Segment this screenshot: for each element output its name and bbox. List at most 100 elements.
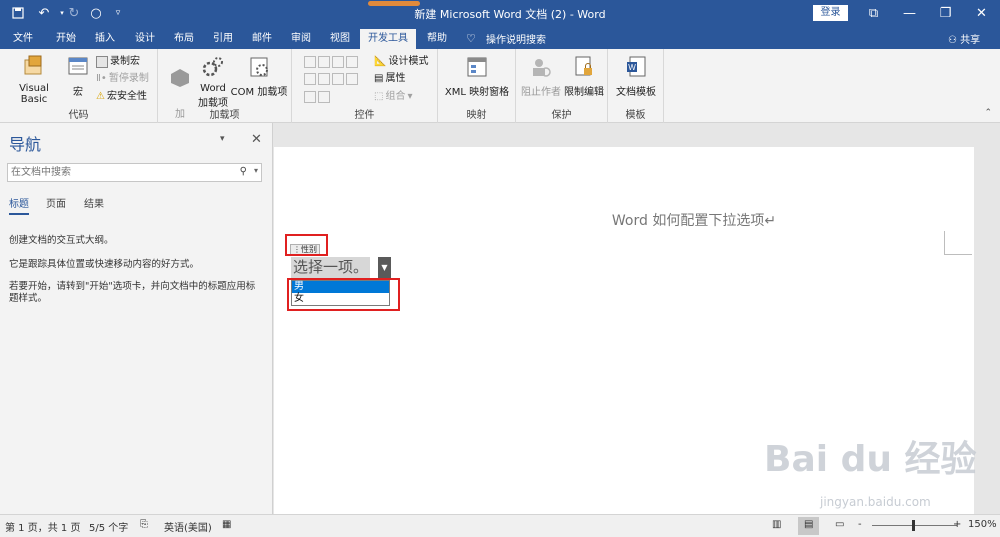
- tab-developer[interactable]: 开发工具: [360, 29, 416, 49]
- login-button[interactable]: 登录: [813, 5, 848, 21]
- tab-design[interactable]: 设计: [131, 29, 159, 49]
- restore-icon[interactable]: ❐: [928, 0, 963, 27]
- chevron-down-icon: ▾: [407, 91, 413, 102]
- macro-button[interactable]: 宏: [64, 53, 92, 98]
- baidu-watermark-url: jingyan.baidu.com: [820, 495, 931, 509]
- person-icon: ⚇: [948, 35, 961, 46]
- title-bar: ↶ ▾ ↻ ○ ▿ 新建 Microsoft Word 文档 (2) - Wor…: [0, 0, 1000, 27]
- visual-basic-label: Visual Basic: [19, 83, 49, 105]
- status-language[interactable]: 英语(美国): [164, 519, 212, 534]
- text-controls-row3: [304, 89, 330, 104]
- group-mapping-label: 映射: [466, 110, 487, 121]
- group-protect-label: 保护: [551, 110, 572, 121]
- tab-help[interactable]: 帮助: [423, 29, 451, 49]
- redo-icon[interactable]: ↻: [64, 3, 84, 23]
- status-word-count[interactable]: 5/5 个字: [89, 519, 128, 534]
- xml-mapping-label: XML 映射窗格: [444, 87, 510, 98]
- com-addins-label: COM 加载项: [230, 87, 288, 98]
- tab-layout[interactable]: 布局: [170, 29, 198, 49]
- proofing-icon[interactable]: ⎘: [140, 519, 148, 530]
- zoom-slider-thumb[interactable]: [912, 520, 915, 531]
- dropdown-control-icon: [332, 72, 344, 85]
- dropdown-arrow-icon[interactable]: ▼: [378, 257, 391, 278]
- group-templates-label: 模板: [625, 110, 646, 121]
- status-page-count[interactable]: 第 1 页，共 1 页: [5, 519, 80, 534]
- print-layout-icon[interactable]: ▤: [798, 517, 820, 535]
- nav-search-input[interactable]: [8, 164, 228, 181]
- addin-icon: [166, 64, 194, 92]
- dropdown-content-control[interactable]: 选择一项。: [291, 257, 371, 278]
- restrict-editing-label: 限制编辑: [564, 87, 604, 98]
- vertical-scrollbar[interactable]: [974, 147, 1000, 514]
- tab-mailings[interactable]: 邮件: [248, 29, 276, 49]
- tab-view[interactable]: 视图: [326, 29, 354, 49]
- annotation-box-options: [287, 278, 400, 311]
- nav-options-icon[interactable]: ▾: [220, 134, 225, 144]
- warning-icon: ⚠: [96, 91, 105, 102]
- record-macro-icon: [96, 55, 108, 68]
- lock-document-icon: [570, 53, 598, 81]
- nav-tab-pages[interactable]: 页面: [46, 195, 66, 210]
- visual-basic-icon: [20, 53, 48, 81]
- tab-review[interactable]: 审阅: [287, 29, 315, 49]
- zoom-in-button[interactable]: +: [953, 519, 961, 530]
- minimize-icon[interactable]: —: [892, 0, 927, 27]
- macro-record-icon[interactable]: ▦: [222, 519, 231, 530]
- group-controls-label: 控件: [354, 110, 375, 121]
- web-layout-icon[interactable]: ▭: [835, 519, 844, 530]
- properties-label: 属性: [385, 73, 406, 84]
- visual-basic-button[interactable]: Visual Basic: [6, 53, 62, 105]
- document-template-label: 文档模板: [616, 87, 656, 98]
- macro-security-button[interactable]: ⚠ 宏安全性: [96, 89, 147, 104]
- tab-insert[interactable]: 插入: [91, 29, 119, 49]
- tab-file[interactable]: 文件: [9, 29, 37, 49]
- close-icon[interactable]: ✕: [964, 0, 999, 27]
- macro-security-label: 宏安全性: [106, 91, 147, 102]
- nav-help-text-3: 若要开始，请转到"开始"选项卡，并向文档中的标题应用标题样式。: [9, 281, 256, 304]
- block-authors-label: 阻止作者: [521, 87, 561, 98]
- com-addins-button[interactable]: COM 加载项: [230, 53, 288, 98]
- group-icon: ⬚: [374, 91, 384, 102]
- tell-me-search[interactable]: 操作说明搜索: [486, 31, 546, 46]
- zoom-level[interactable]: 150%: [968, 519, 997, 530]
- document-template-button[interactable]: W 文档模板: [612, 53, 660, 98]
- tab-references[interactable]: 引用: [209, 29, 237, 49]
- text-controls-row2: [304, 71, 358, 86]
- circle-icon[interactable]: ○: [86, 3, 106, 23]
- search-dropdown-icon[interactable]: ▾: [254, 166, 258, 175]
- collapse-ribbon-icon[interactable]: ⌃: [984, 108, 992, 118]
- read-mode-icon[interactable]: ▥: [772, 519, 781, 530]
- ribbon-display-icon[interactable]: ⧉: [856, 0, 891, 27]
- nav-tab-results[interactable]: 结果: [84, 195, 104, 210]
- gears-icon: [199, 53, 227, 81]
- search-icon[interactable]: ⚲: [240, 166, 247, 177]
- undo-icon[interactable]: ↶: [34, 3, 54, 23]
- baidu-watermark: Bai du 经验: [764, 439, 977, 480]
- customize-icon[interactable]: ▿: [108, 3, 128, 23]
- zoom-out-button[interactable]: -: [858, 519, 862, 530]
- com-addin-icon: [245, 53, 273, 81]
- restrict-editing-button[interactable]: 限制编辑: [562, 53, 606, 98]
- rich-text-control-icon: [304, 55, 316, 68]
- record-macro-button[interactable]: 录制宏: [96, 54, 140, 69]
- nav-close-icon[interactable]: ✕: [251, 132, 262, 147]
- design-mode-button[interactable]: 📐 设计模式: [374, 54, 428, 69]
- checkbox-control-icon: [304, 72, 316, 85]
- xml-mapping-button[interactable]: XML 映射窗格: [444, 53, 510, 98]
- status-bar: 第 1 页，共 1 页 5/5 个字 ⎘ 英语(美国) ▦ ▥ ▤ ▭ - + …: [0, 514, 1000, 537]
- properties-button[interactable]: ▤ 属性: [374, 71, 405, 86]
- ribbon-tabs: 文件 开始 插入 设计 布局 引用 邮件 审阅 视图 开发工具 帮助 ♡ 操作说…: [0, 27, 1000, 49]
- tab-home[interactable]: 开始: [52, 29, 80, 49]
- navigation-pane: 导航 ▾ ✕ ⚲ ▾ 标题 页面 结果 创建文档的交互式大纲。 它是跟踪具体位置…: [0, 123, 273, 514]
- nav-tab-headings[interactable]: 标题: [9, 195, 29, 215]
- document-heading: Word 如何配置下拉选项↵: [611, 213, 777, 229]
- group-addins-label: 加载项: [209, 110, 240, 121]
- xml-pane-icon: [463, 53, 491, 81]
- share-button[interactable]: ⚇ 共享: [948, 31, 980, 46]
- ribbon: Visual Basic 宏 录制宏 Ⅱ• 暂停录制 ⚠ 宏安全性 代码 加 载…: [0, 49, 1000, 135]
- word-document-icon: W: [622, 53, 650, 81]
- word-addins-button[interactable]: Word 加载项: [196, 53, 230, 109]
- pause-recording-label: 暂停录制: [108, 73, 149, 84]
- save-icon[interactable]: [8, 3, 28, 23]
- pause-recording-button: Ⅱ• 暂停录制: [96, 71, 149, 86]
